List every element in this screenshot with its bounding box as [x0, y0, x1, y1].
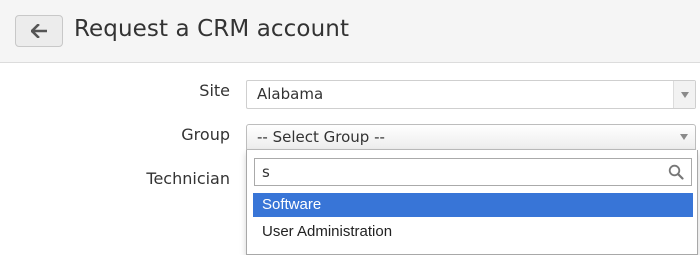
- dropdown-option-user-administration[interactable]: User Administration: [253, 220, 693, 244]
- page-title: Request a CRM account: [74, 16, 350, 42]
- back-button[interactable]: [15, 15, 63, 47]
- search-icon: [668, 164, 684, 180]
- site-select[interactable]: Alabama: [246, 80, 696, 109]
- arrow-left-icon: [31, 24, 47, 38]
- group-dropdown-toggle[interactable]: [673, 125, 695, 149]
- site-dropdown-toggle[interactable]: [673, 81, 695, 108]
- group-search-box[interactable]: [254, 158, 692, 186]
- group-search-input[interactable]: [255, 159, 660, 185]
- group-dropdown-menu: Software User Administration: [246, 150, 698, 255]
- dropdown-option-software[interactable]: Software: [253, 193, 693, 217]
- technician-label: Technician: [146, 169, 230, 188]
- group-select-value: -- Select Group --: [257, 128, 385, 146]
- group-label: Group: [181, 125, 230, 144]
- chevron-down-icon: [680, 134, 688, 140]
- group-select[interactable]: -- Select Group --: [246, 124, 696, 150]
- chevron-down-icon: [680, 91, 689, 98]
- site-select-value: Alabama: [257, 85, 324, 103]
- site-label: Site: [199, 81, 230, 100]
- page-header: Request a CRM account: [0, 0, 700, 63]
